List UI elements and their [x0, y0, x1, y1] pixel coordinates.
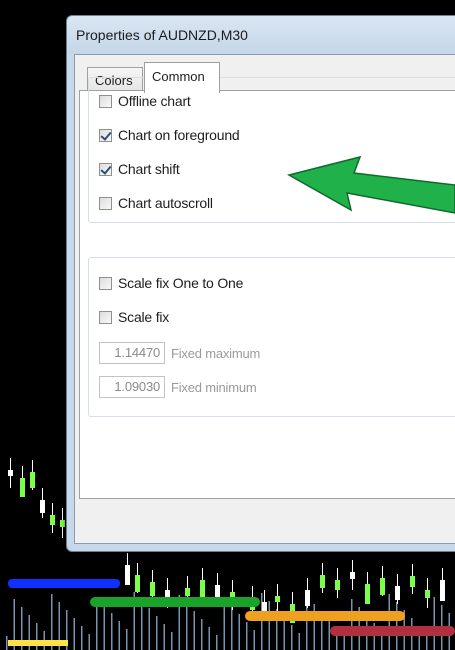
chart-foreground-option[interactable]: Chart on foreground	[99, 125, 240, 145]
properties-dialog: Properties of AUDNZD,M30 Colors Common O…	[66, 15, 455, 552]
fixed-minimum-label: Fixed minimum	[171, 379, 257, 395]
candle-body	[320, 575, 325, 588]
volume-bar	[118, 621, 120, 650]
chart-autoscroll-label: Chart autoscroll	[118, 195, 213, 211]
volume-bar	[351, 599, 353, 650]
volume-bar	[246, 622, 248, 650]
volume-bar	[216, 635, 218, 650]
offline-chart-label: Offline chart	[118, 93, 191, 109]
candle-body	[185, 588, 190, 596]
chart-shift-checkbox[interactable]	[99, 162, 112, 176]
chart-shift-option[interactable]: Chart shift	[99, 159, 180, 179]
scale-fix-label: Scale fix	[118, 309, 170, 325]
chart-shift-label: Chart shift	[118, 161, 180, 177]
volume-bar	[313, 604, 315, 650]
candle-body	[395, 586, 400, 600]
indicator-line-blue	[8, 579, 120, 588]
candle-body	[8, 470, 13, 476]
chart-autoscroll-checkbox[interactable]	[99, 196, 112, 210]
volume-bar	[81, 626, 83, 650]
scale-options-group: Scale fix One to One Scale fix 1.14470 F…	[88, 257, 455, 417]
volume-bar	[148, 608, 150, 650]
scale-fix-one-to-one-checkbox[interactable]	[99, 276, 112, 290]
scale-fix-one-to-one-option[interactable]: Scale fix One to One	[99, 273, 243, 293]
volume-bar	[88, 634, 90, 650]
candle-body	[60, 520, 65, 527]
fixed-maximum-input[interactable]: 1.14470	[99, 342, 165, 364]
candle-body	[440, 580, 445, 601]
fixed-minimum-input[interactable]: 1.09030	[99, 376, 165, 398]
volume-bar	[193, 611, 195, 650]
candle-body	[135, 575, 140, 592]
scale-fix-option[interactable]: Scale fix	[99, 307, 169, 327]
candle-body	[425, 590, 430, 598]
candle-body	[380, 578, 385, 595]
indicator-line-yellow	[8, 640, 68, 646]
candle-body	[305, 590, 310, 606]
volume-bar	[261, 593, 263, 650]
candle-body	[335, 580, 340, 590]
candle-body	[40, 500, 45, 513]
candle-body	[20, 478, 25, 497]
green-arrow-annotation	[287, 155, 455, 214]
tab-common[interactable]: Common	[144, 62, 220, 93]
volume-bar	[186, 603, 188, 650]
volume-bar	[433, 597, 435, 650]
volume-bar	[201, 619, 203, 650]
volume-bar	[156, 616, 158, 650]
volume-bar	[111, 613, 113, 650]
candle-body	[365, 584, 370, 604]
volume-bar	[126, 629, 128, 650]
volume-bar	[283, 617, 285, 650]
candle-body	[150, 582, 155, 596]
volume-bar	[328, 620, 330, 650]
volume-bar	[171, 632, 173, 650]
candle-body	[410, 576, 415, 587]
volume-bar	[141, 600, 143, 650]
volume-bar	[6, 636, 8, 650]
fixed-maximum-label: Fixed maximum	[171, 345, 261, 361]
indicator-line-red	[330, 626, 455, 636]
volume-bar	[103, 605, 105, 650]
candle-body	[350, 572, 355, 579]
indicator-line-orange	[245, 611, 405, 621]
dialog-title: Properties of AUDNZD,M30	[67, 16, 455, 54]
volume-bar	[208, 627, 210, 650]
fixed-minimum-row: 1.09030 Fixed minimum	[99, 375, 257, 399]
candle-body	[30, 472, 35, 488]
fixed-maximum-row: 1.14470 Fixed maximum	[99, 341, 260, 365]
scale-fix-checkbox[interactable]	[99, 310, 112, 324]
indicator-line-green	[90, 597, 260, 607]
scale-fix-one-to-one-label: Scale fix One to One	[118, 275, 244, 291]
volume-bar	[231, 606, 233, 650]
volume-bar	[238, 614, 240, 650]
arrow-icon	[287, 155, 455, 214]
offline-chart-option[interactable]: Offline chart	[99, 91, 191, 111]
volume-bar	[291, 625, 293, 650]
volume-bar	[343, 636, 345, 650]
candle-body	[125, 565, 130, 585]
candle-body	[275, 596, 280, 602]
volume-bar	[253, 630, 255, 650]
volume-bar	[163, 624, 165, 650]
chart-autoscroll-option[interactable]: Chart autoscroll	[99, 193, 213, 213]
chart-foreground-checkbox[interactable]	[99, 128, 112, 142]
candle-body	[262, 602, 267, 611]
candle-body	[50, 515, 55, 525]
chart-foreground-label: Chart on foreground	[118, 127, 240, 143]
volume-bar	[426, 634, 428, 650]
volume-bar	[388, 594, 390, 650]
volume-bar	[73, 618, 75, 650]
volume-bar	[268, 601, 270, 650]
volume-bar	[298, 633, 300, 650]
offline-chart-checkbox[interactable]	[99, 94, 112, 108]
